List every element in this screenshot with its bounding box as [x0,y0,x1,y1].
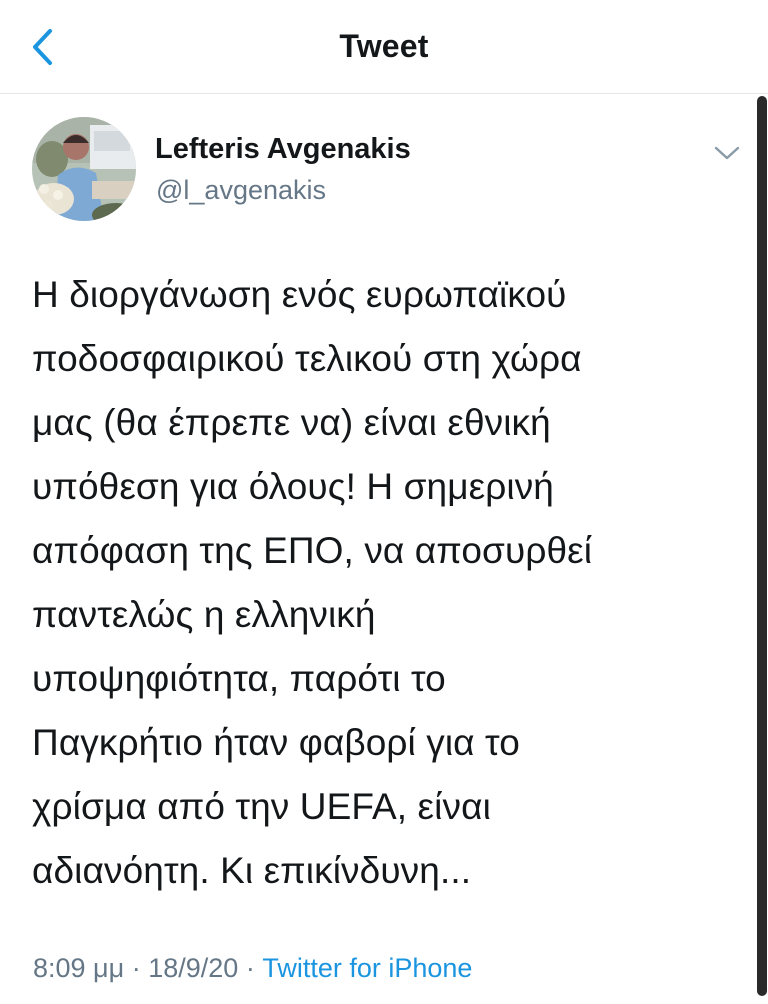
avatar[interactable] [32,117,136,221]
tweet-detail-screen: Tweet Lefteris Avgenakis @l_avgenakis Η … [0,0,768,1004]
author-name[interactable]: Lefteris Avgenakis [155,133,411,166]
tweet-source-link[interactable]: Twitter for iPhone [262,953,472,983]
tweet-metadata: 8:09 μμ · 18/9/20 · Twitter for iPhone [33,953,472,984]
chevron-down-icon [714,146,740,160]
avatar-photo [32,117,136,221]
meta-separator: · [245,953,255,983]
scroll-indicator[interactable] [757,96,767,996]
tweet-time: 8:09 μμ [33,953,125,983]
tweet-text: Η διοργάνωση ενός ευρωπαϊκού ποδοσφαιρικ… [32,274,593,891]
tweet-menu-button[interactable] [707,138,747,168]
author-handle[interactable]: @l_avgenakis [156,175,326,206]
page-title: Tweet [339,28,429,64]
tweet-date: 18/9/20 [148,953,239,983]
meta-separator: · [131,953,141,983]
navigation-bar: Tweet [0,0,768,94]
